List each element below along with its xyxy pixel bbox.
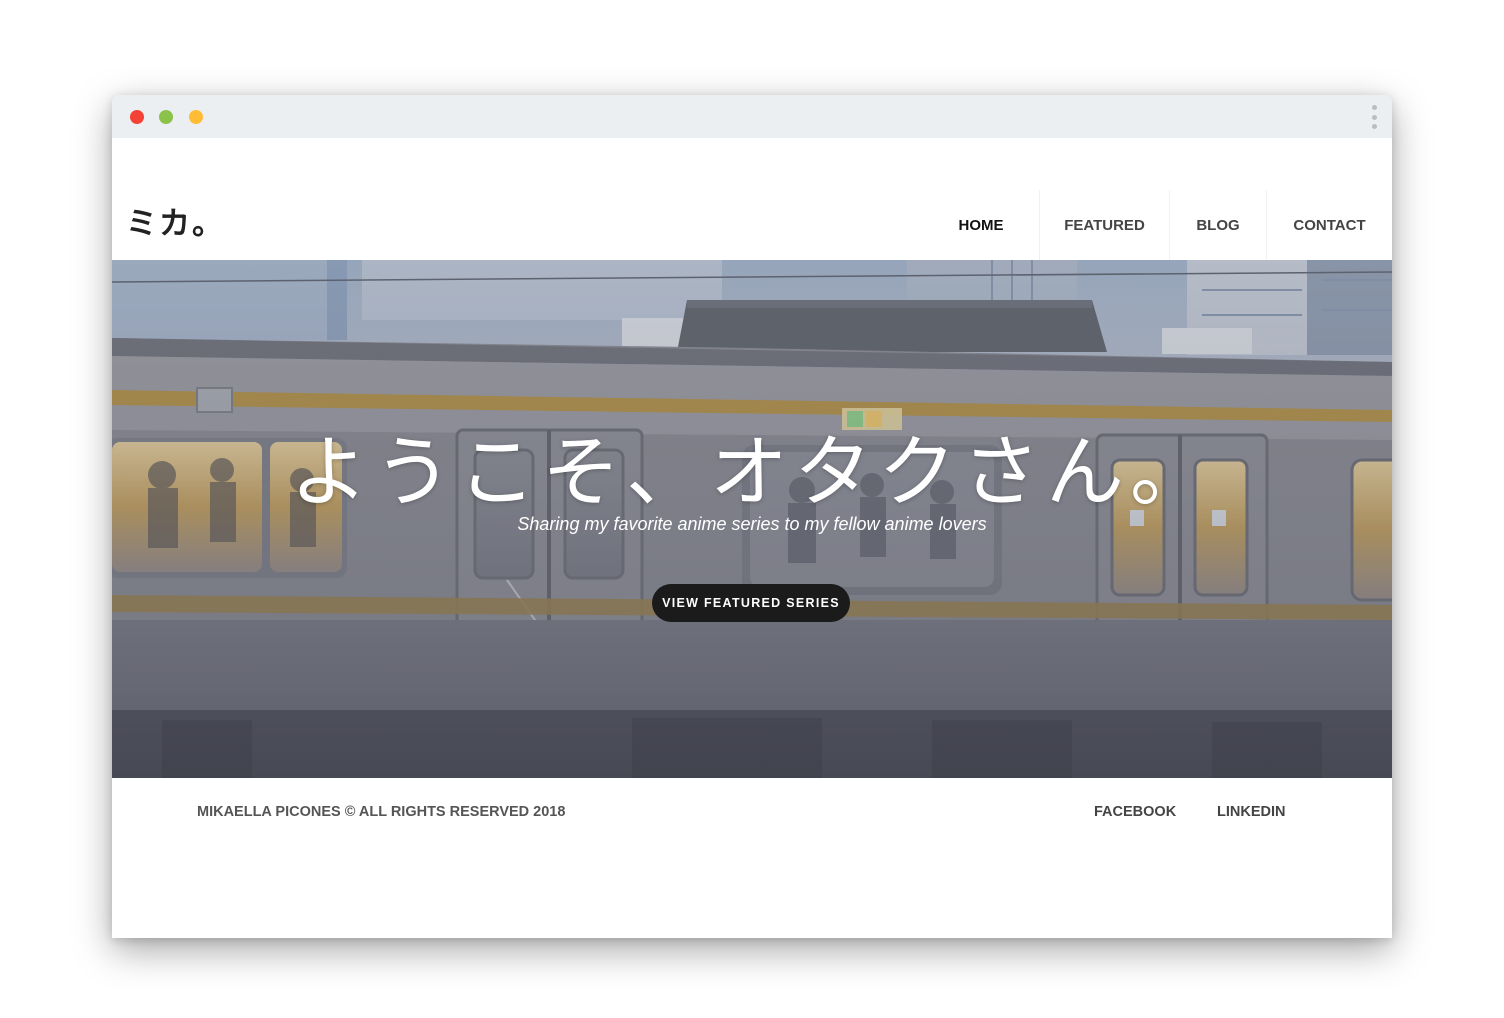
- window-close-button[interactable]: [130, 110, 144, 124]
- nav-item-blog[interactable]: BLOG: [1169, 190, 1266, 260]
- main-nav: HOME FEATURED BLOG CONTACT: [923, 190, 1392, 260]
- hero-title: ようこそ、オタクさん。: [289, 428, 1214, 518]
- view-featured-series-button[interactable]: VIEW FEATURED SERIES: [652, 584, 850, 622]
- site-footer: MIKAELLA PICONES © ALL RIGHTS RESERVED 2…: [112, 778, 1392, 938]
- kebab-dot: [1371, 114, 1377, 120]
- browser-window: ミカ。 HOME FEATURED BLOG CONTACT ようこそ、オタクさ…: [112, 95, 1392, 938]
- site-header: ミカ。 HOME FEATURED BLOG CONTACT: [112, 138, 1392, 260]
- nav-item-contact[interactable]: CONTACT: [1266, 190, 1392, 260]
- nav-item-home[interactable]: HOME: [923, 190, 1039, 260]
- site-logo[interactable]: ミカ。: [126, 198, 225, 243]
- footer-link-facebook[interactable]: FACEBOOK: [1094, 804, 1176, 820]
- nav-item-featured[interactable]: FEATURED: [1039, 190, 1169, 260]
- window-minimize-button[interactable]: [159, 110, 173, 124]
- hero-section: ようこそ、オタクさん。 Sharing my favorite anime se…: [112, 260, 1392, 778]
- window-maximize-button[interactable]: [189, 110, 203, 124]
- browser-chrome-bar: [112, 95, 1392, 138]
- hero-subtitle: Sharing my favorite anime series to my f…: [517, 514, 987, 534]
- kebab-dot: [1371, 124, 1377, 129]
- kebab-dot: [1371, 105, 1377, 110]
- kebab-menu-icon[interactable]: [1370, 105, 1378, 129]
- footer-link-linkedin[interactable]: LINKEDIN: [1217, 804, 1285, 820]
- copyright-text: MIKAELLA PICONES © ALL RIGHTS RESERVED 2…: [197, 804, 566, 820]
- screenshot-stage: ミカ。 HOME FEATURED BLOG CONTACT ようこそ、オタクさ…: [0, 0, 1504, 1018]
